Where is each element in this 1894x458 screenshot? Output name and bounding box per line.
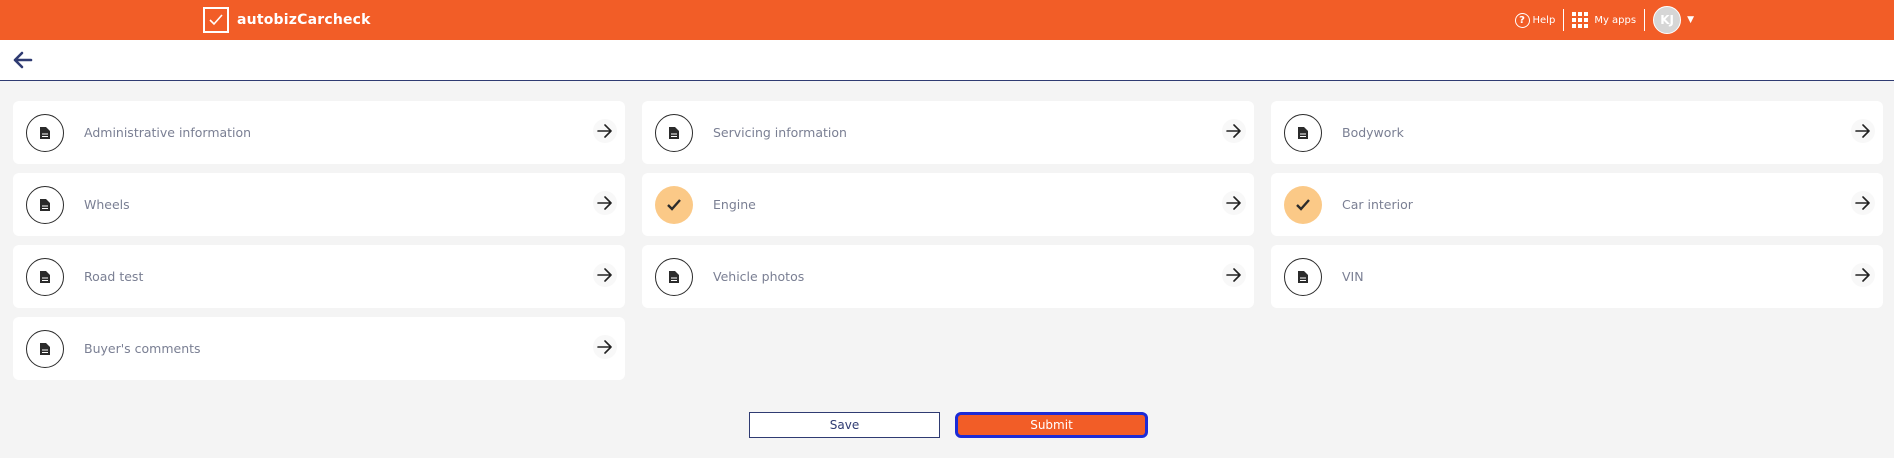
checkmark-logo-icon	[203, 7, 229, 33]
divider	[1563, 9, 1565, 31]
section-label: VIN	[1342, 269, 1364, 284]
section-label: Engine	[713, 197, 756, 212]
arrow-right-icon[interactable]	[593, 191, 617, 215]
question-circle-icon: ?	[1514, 12, 1530, 28]
section-card[interactable]: Vehicle photos	[642, 245, 1254, 308]
chevron-down-icon[interactable]: ▼	[1687, 15, 1694, 25]
my-apps-label: My apps	[1594, 14, 1637, 26]
section-card[interactable]: Engine	[642, 173, 1254, 236]
section-label: Administrative information	[84, 125, 252, 140]
section-label: Servicing information	[713, 125, 847, 140]
document-icon	[26, 186, 64, 224]
arrow-right-icon[interactable]	[593, 119, 617, 143]
document-icon	[1284, 114, 1322, 152]
section-label: Bodywork	[1342, 125, 1404, 140]
arrow-right-icon[interactable]	[1222, 191, 1246, 215]
section-card[interactable]: Road test	[13, 245, 625, 308]
save-button[interactable]: Save	[749, 412, 940, 438]
user-avatar[interactable]: KJ	[1653, 6, 1682, 34]
section-card[interactable]: Wheels	[13, 173, 625, 236]
document-icon	[655, 114, 693, 152]
document-icon	[26, 258, 64, 296]
help-label: Help	[1532, 14, 1556, 26]
arrow-right-icon[interactable]	[1851, 191, 1875, 215]
help-link[interactable]: ? Help	[1514, 12, 1556, 28]
arrow-right-icon[interactable]	[1222, 119, 1246, 143]
section-label: Wheels	[84, 197, 130, 212]
document-icon	[655, 258, 693, 296]
section-card[interactable]: VIN	[1271, 245, 1883, 308]
section-label: Road test	[84, 269, 144, 284]
submit-button[interactable]: Submit	[955, 412, 1148, 438]
section-label: Vehicle photos	[713, 269, 805, 284]
brand-logo[interactable]: autobizCarcheck	[203, 7, 371, 33]
document-icon	[26, 114, 64, 152]
section-card[interactable]: Buyer's comments	[13, 317, 625, 380]
arrow-right-icon[interactable]	[1851, 119, 1875, 143]
arrow-right-icon[interactable]	[593, 263, 617, 287]
document-icon	[1284, 258, 1322, 296]
brand-name: autobizCarcheck	[237, 12, 371, 28]
section-label: Buyer's comments	[84, 341, 201, 356]
sub-toolbar	[0, 40, 1894, 81]
my-apps-button[interactable]: My apps	[1572, 12, 1636, 28]
apps-grid-icon	[1572, 12, 1589, 28]
section-card[interactable]: Car interior	[1271, 173, 1883, 236]
section-card[interactable]: Servicing information	[642, 101, 1254, 164]
section-card[interactable]: Bodywork	[1271, 101, 1883, 164]
back-arrow-icon[interactable]	[10, 47, 36, 73]
check-icon	[655, 186, 693, 224]
arrow-right-icon[interactable]	[1222, 263, 1246, 287]
section-card[interactable]: Administrative information	[13, 101, 625, 164]
document-icon	[26, 330, 64, 368]
arrow-right-icon[interactable]	[1851, 263, 1875, 287]
top-bar: autobizCarcheck ? Help My apps KJ ▼	[0, 0, 1894, 40]
arrow-right-icon[interactable]	[593, 335, 617, 359]
section-label: Car interior	[1342, 197, 1413, 212]
check-icon	[1284, 186, 1322, 224]
divider	[1644, 9, 1646, 31]
